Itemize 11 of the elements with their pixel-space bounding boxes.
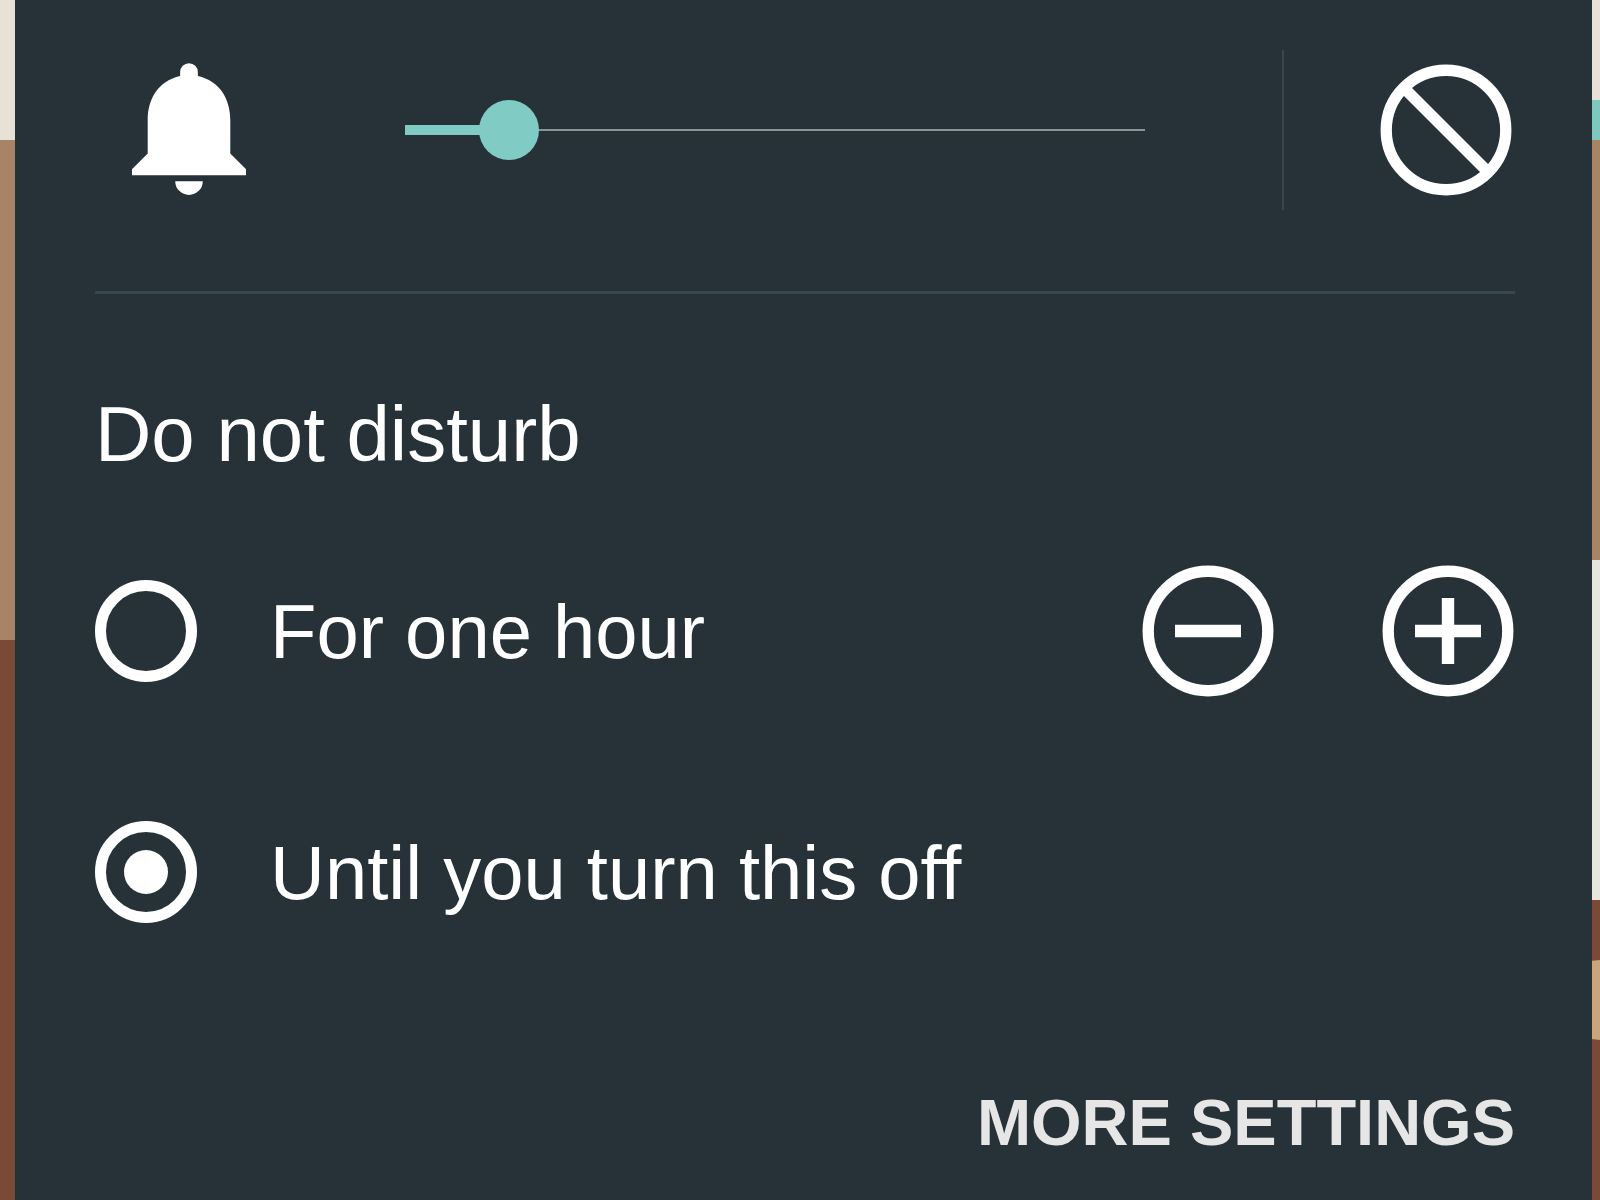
more-settings-button[interactable]: MORE SETTINGS — [976, 1085, 1515, 1160]
radio-button[interactable] — [95, 821, 197, 923]
volume-slider[interactable] — [405, 100, 1145, 160]
option-label[interactable]: For one hour — [270, 587, 706, 675]
section-title: Do not disturb — [95, 394, 582, 474]
plus-icon[interactable] — [1381, 564, 1515, 698]
bell-icon — [130, 63, 248, 197]
radio-button[interactable] — [95, 580, 197, 682]
minus-icon[interactable] — [1141, 564, 1275, 698]
block-icon[interactable] — [1379, 63, 1513, 197]
option-label[interactable]: Until you turn this off — [270, 828, 962, 916]
